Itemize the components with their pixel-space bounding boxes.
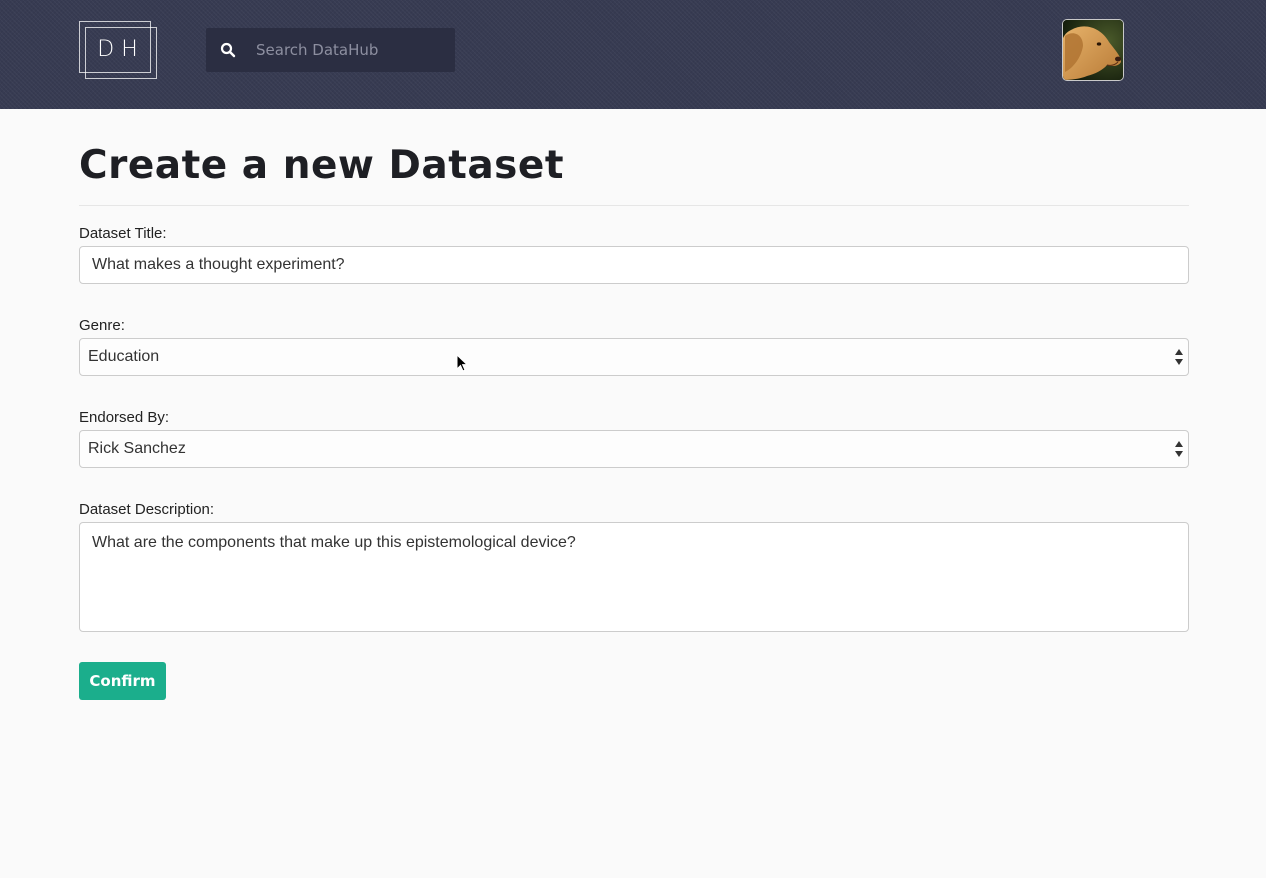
mouse-cursor-icon xyxy=(456,354,468,372)
select-arrows-icon xyxy=(1175,349,1183,365)
genre-selected-value: Education xyxy=(88,348,160,365)
page-title: Create a new Dataset xyxy=(79,143,564,188)
dataset-title-input[interactable]: What makes a thought experiment? xyxy=(79,246,1189,284)
datahub-logo[interactable]: DH xyxy=(79,21,157,79)
confirm-button[interactable]: Confirm xyxy=(79,662,166,700)
endorsed-by-select[interactable]: Rick Sanchez xyxy=(79,430,1189,468)
genre-label: Genre: xyxy=(79,317,125,334)
genre-select[interactable]: Education xyxy=(79,338,1189,376)
dataset-title-label: Dataset Title: xyxy=(79,225,167,242)
endorsed-by-label: Endorsed By: xyxy=(79,409,170,426)
logo-text: DH xyxy=(97,37,145,62)
dog-avatar-icon xyxy=(1063,20,1123,80)
user-avatar[interactable] xyxy=(1062,19,1124,81)
search-box[interactable] xyxy=(206,28,455,72)
dataset-description-label: Dataset Description: xyxy=(79,501,215,518)
endorsed-by-selected-value: Rick Sanchez xyxy=(88,440,186,457)
search-icon[interactable] xyxy=(220,42,236,58)
search-input[interactable] xyxy=(256,28,446,72)
select-arrows-icon xyxy=(1175,441,1183,457)
top-navbar: DH xyxy=(0,0,1266,109)
title-divider xyxy=(79,205,1189,206)
dataset-description-textarea[interactable]: What are the components that make up thi… xyxy=(79,522,1189,632)
